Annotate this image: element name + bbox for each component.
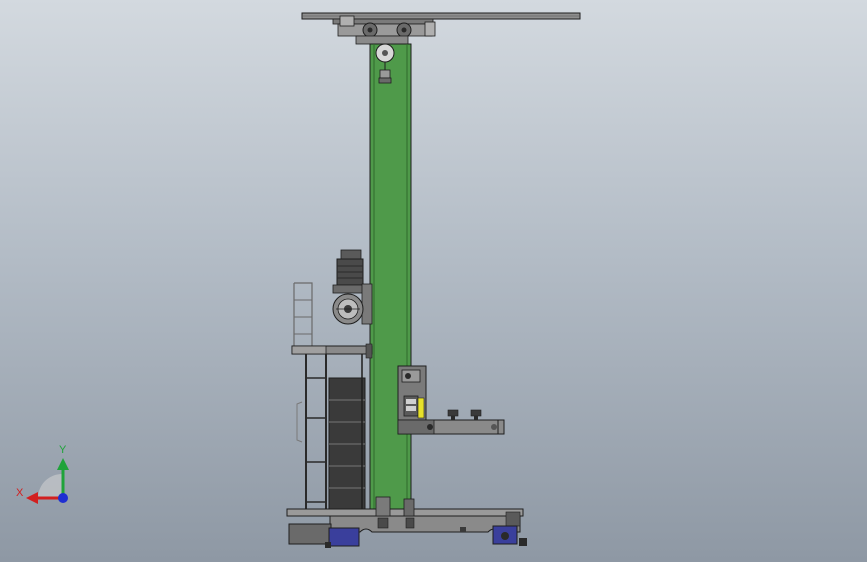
graphics-viewport[interactable]: Y X [0,0,867,562]
platform-deck[interactable] [291,343,373,359]
right-wheel-block[interactable] [492,525,527,546]
cad-model-welding-manipulator[interactable] [0,0,867,562]
top-trolley[interactable] [332,15,436,45]
platform-guardrail[interactable] [293,282,313,346]
axis-x-label: X [16,487,24,499]
ladder-cage[interactable] [296,354,327,510]
axis-y-label: Y [59,444,67,456]
torch-clamps[interactable] [447,409,482,420]
ladder-steps[interactable] [328,354,366,511]
cross-arm[interactable] [397,419,505,435]
left-wheel-block[interactable] [288,523,360,548]
main-column[interactable] [369,43,412,515]
